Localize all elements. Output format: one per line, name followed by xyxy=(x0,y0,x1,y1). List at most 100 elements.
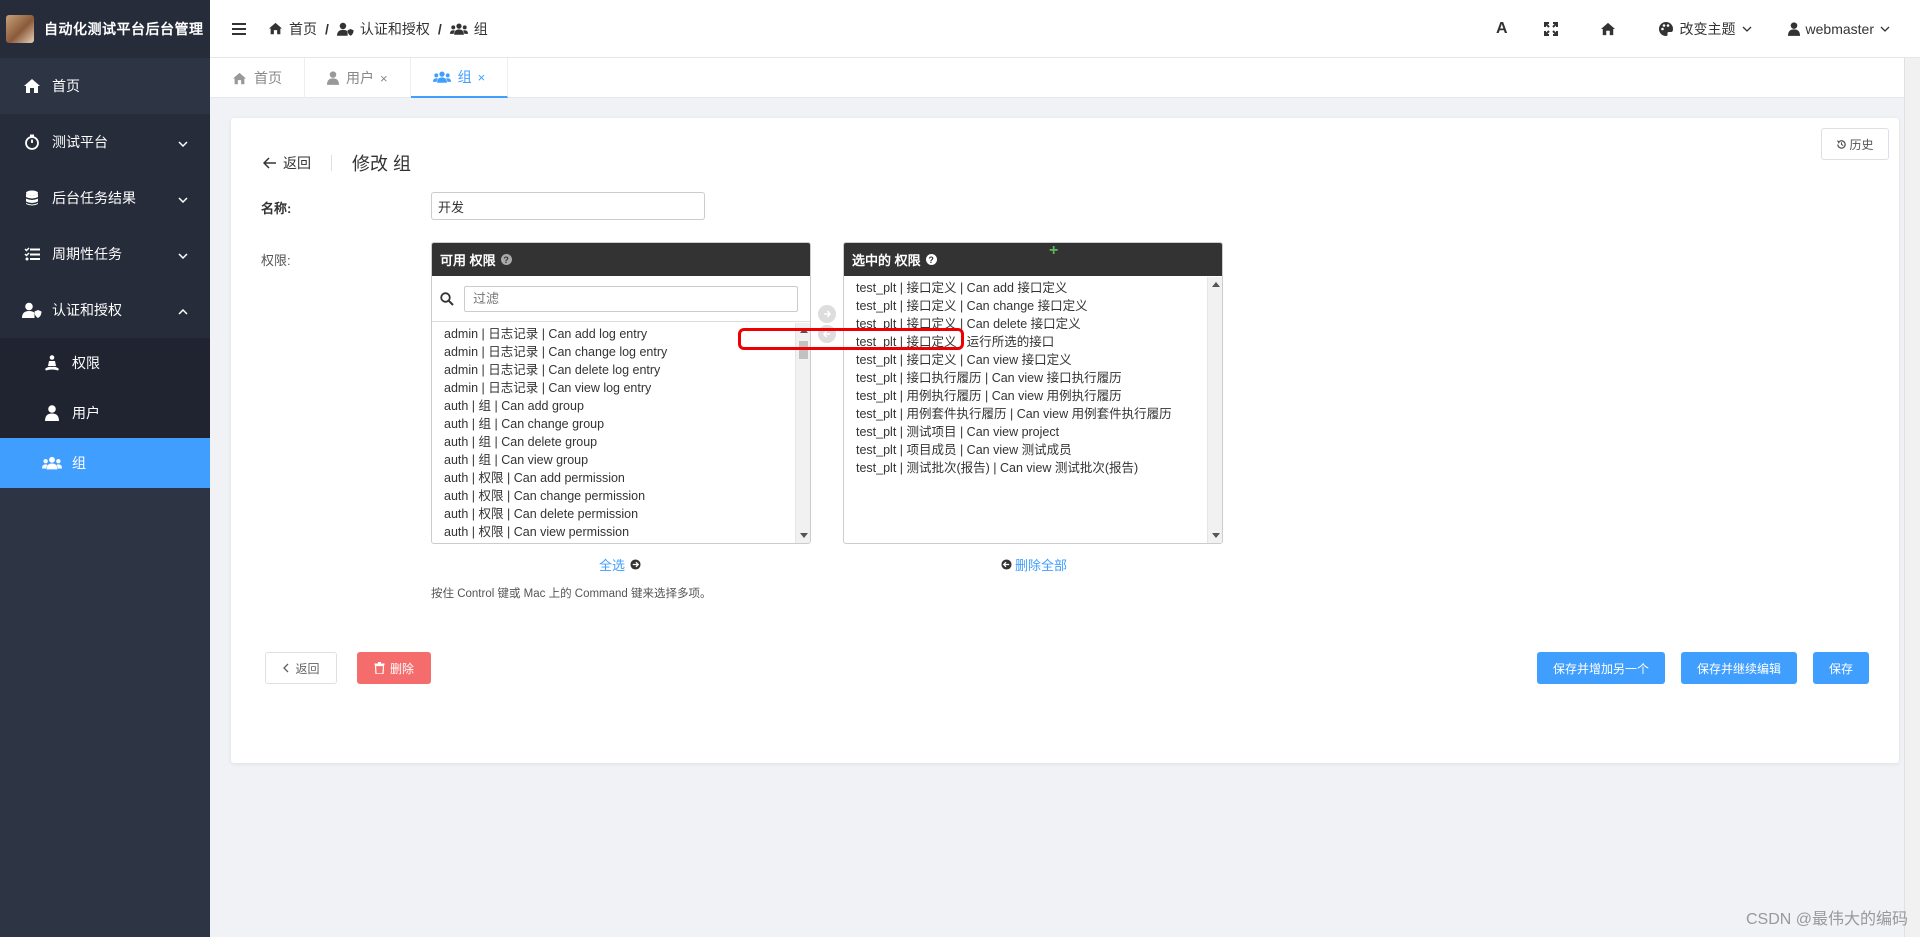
remove-all-link[interactable]: 删除全部 xyxy=(1001,555,1067,574)
tab-label: 用户 xyxy=(346,70,374,86)
sidebar-item-label: 用户 xyxy=(72,405,100,421)
user-shield-icon xyxy=(22,302,42,318)
help-icon[interactable]: ? xyxy=(500,254,512,265)
available-option[interactable]: admin | 日志记录 | Can delete log entry xyxy=(432,361,794,379)
hamburger-icon[interactable] xyxy=(232,22,246,35)
chevron-down-icon xyxy=(178,246,188,262)
scroll-down-icon[interactable] xyxy=(800,533,808,538)
chosen-title: 选中的 权限 xyxy=(852,253,921,268)
scroll-up-icon[interactable] xyxy=(1212,282,1220,287)
fullscreen-button[interactable] xyxy=(1543,22,1564,36)
delete-button-label: 删除 xyxy=(389,661,414,676)
chevron-left-icon xyxy=(283,663,289,673)
available-option[interactable]: auth | 组 | Can delete group xyxy=(432,433,794,451)
watermark: CSDN @最伟大的编码 xyxy=(1745,911,1908,928)
tab-groups[interactable]: 组 × xyxy=(410,58,509,98)
button-label: 保存并增加另一个 xyxy=(1552,661,1649,676)
available-option[interactable]: auth | 权限 | Can add permission xyxy=(432,469,794,487)
sidebar-item-auth[interactable]: 认证和授权 xyxy=(0,282,210,338)
theme-dropdown[interactable]: 改变主题 xyxy=(1658,19,1752,39)
sidebar-item-periodic-tasks[interactable]: 周期性任务 xyxy=(0,226,210,282)
sidebar-item-label: 测试平台 xyxy=(52,134,108,150)
move-right-button[interactable] xyxy=(818,305,836,323)
chevron-down-icon xyxy=(1742,26,1751,32)
tab-bar: 首页 用户 × 组 × xyxy=(210,58,1920,98)
form-card: 历史 返回 修改 组 名称: 权限: 可用 权限 ? admin | 日志记录 … xyxy=(231,118,1899,763)
sidebar-item-task-results[interactable]: 后台任务结果 xyxy=(0,170,210,226)
home-icon xyxy=(233,72,246,84)
sidebar-item-home[interactable]: 首页 xyxy=(0,58,210,114)
chevron-down-icon xyxy=(1880,26,1890,32)
chevron-up-icon xyxy=(178,302,188,318)
name-input[interactable] xyxy=(431,192,705,220)
brand-logo xyxy=(6,15,34,43)
chosen-option[interactable]: test_plt | 接口定义 | Can view 接口定义 xyxy=(844,351,1206,369)
close-icon[interactable]: × xyxy=(380,71,388,86)
users-icon xyxy=(432,71,451,83)
trash-icon xyxy=(374,662,385,674)
palette-icon xyxy=(1658,22,1673,36)
circle-arrow-left-icon xyxy=(1001,559,1012,570)
chosen-option[interactable]: test_plt | 接口定义 | Can change 接口定义 xyxy=(844,297,1206,315)
choose-all-link[interactable]: 全选 xyxy=(599,555,641,574)
chosen-option[interactable]: test_plt | 接口定义 | Can add 接口定义 xyxy=(844,279,1206,297)
add-permission-icon[interactable]: + xyxy=(1049,242,1058,260)
available-option[interactable]: auth | 组 | Can change group xyxy=(432,415,794,433)
chosen-scrollbar[interactable] xyxy=(1207,277,1222,543)
tab-home[interactable]: 首页 xyxy=(210,58,305,98)
sidebar-item-test-platform[interactable]: 测试平台 xyxy=(0,114,210,170)
save-and-add-another-button[interactable]: 保存并增加另一个 xyxy=(1537,652,1665,684)
sidebar-item-label: 权限 xyxy=(72,355,100,371)
available-permissions-box: 可用 权限 ? admin | 日志记录 | Can add log entry… xyxy=(431,242,811,544)
chosen-option[interactable]: test_plt | 用例套件执行履历 | Can view 用例套件执行履历 xyxy=(844,405,1206,423)
available-scrollbar[interactable] xyxy=(795,323,810,543)
breadcrumb-home[interactable]: 首页 xyxy=(268,19,317,39)
home-button[interactable] xyxy=(1600,22,1622,36)
sidebar-item-users[interactable]: 用户 xyxy=(0,388,210,438)
chosen-option[interactable]: test_plt | 项目成员 | Can view 测试成员 xyxy=(844,441,1206,459)
save-and-continue-button[interactable]: 保存并继续编辑 xyxy=(1681,652,1797,684)
history-icon xyxy=(1837,139,1847,149)
breadcrumb-auth[interactable]: 认证和授权 xyxy=(336,19,430,39)
tab-users[interactable]: 用户 × xyxy=(305,58,411,98)
filter-input[interactable] xyxy=(464,285,798,312)
history-button[interactable]: 历史 xyxy=(1821,128,1889,160)
back-link[interactable]: 返回 xyxy=(263,153,311,173)
user-shield-icon xyxy=(336,22,354,36)
meditation-icon xyxy=(42,355,62,371)
breadcrumb-label: 组 xyxy=(473,20,488,37)
scroll-down-icon[interactable] xyxy=(1212,533,1220,538)
page-scrollbar[interactable] xyxy=(1904,58,1920,937)
available-option[interactable]: admin | 日志记录 | Can view log entry xyxy=(432,379,794,397)
font-size-button[interactable]: A xyxy=(1496,20,1508,38)
topbar: 首页 / 认证和授权 / 组 A 改变主题 webmaster xyxy=(210,0,1920,58)
sidebar: 自动化测试平台后台管理 首页 测试平台 后台任务结果 周期性任务 认证和授权 权… xyxy=(0,0,210,937)
close-icon[interactable]: × xyxy=(478,70,486,85)
chosen-option[interactable]: test_plt | 用例执行履历 | Can view 用例执行履历 xyxy=(844,387,1206,405)
chosen-option[interactable]: test_plt | 测试批次(报告) | Can view 测试批次(报告) xyxy=(844,459,1206,477)
history-label: 历史 xyxy=(1849,137,1874,152)
help-icon[interactable]: ? xyxy=(925,254,937,265)
sidebar-item-groups[interactable]: 组 xyxy=(0,438,210,488)
font-icon: A xyxy=(1495,20,1508,37)
filter-row xyxy=(432,276,810,322)
name-label: 名称: xyxy=(261,201,292,216)
arrow-right-icon xyxy=(824,310,832,318)
delete-button[interactable]: 删除 xyxy=(357,652,431,684)
sidebar-item-label: 首页 xyxy=(52,78,80,94)
brand[interactable]: 自动化测试平台后台管理 xyxy=(0,0,210,58)
save-button[interactable]: 保存 xyxy=(1813,652,1869,684)
available-option[interactable]: auth | 组 | Can view group xyxy=(432,451,794,469)
available-option[interactable]: auth | 权限 | Can change permission xyxy=(432,487,794,505)
available-option[interactable]: auth | 组 | Can add group xyxy=(432,397,794,415)
back-button[interactable]: 返回 xyxy=(265,652,337,684)
available-list[interactable]: admin | 日志记录 | Can add log entry admin |… xyxy=(432,323,794,541)
chosen-option[interactable]: test_plt | 接口执行履历 | Can view 接口执行履历 xyxy=(844,369,1206,387)
chosen-list[interactable]: test_plt | 接口定义 | Can add 接口定义 test_plt … xyxy=(844,277,1206,477)
available-option[interactable]: auth | 权限 | Can view permission xyxy=(432,523,794,541)
chosen-option[interactable]: test_plt | 测试项目 | Can view project xyxy=(844,423,1206,441)
user-dropdown[interactable]: webmaster xyxy=(1787,21,1890,37)
back-label: 返回 xyxy=(283,155,311,171)
sidebar-item-permissions[interactable]: 权限 xyxy=(0,338,210,388)
available-option[interactable]: auth | 权限 | Can delete permission xyxy=(432,505,794,523)
